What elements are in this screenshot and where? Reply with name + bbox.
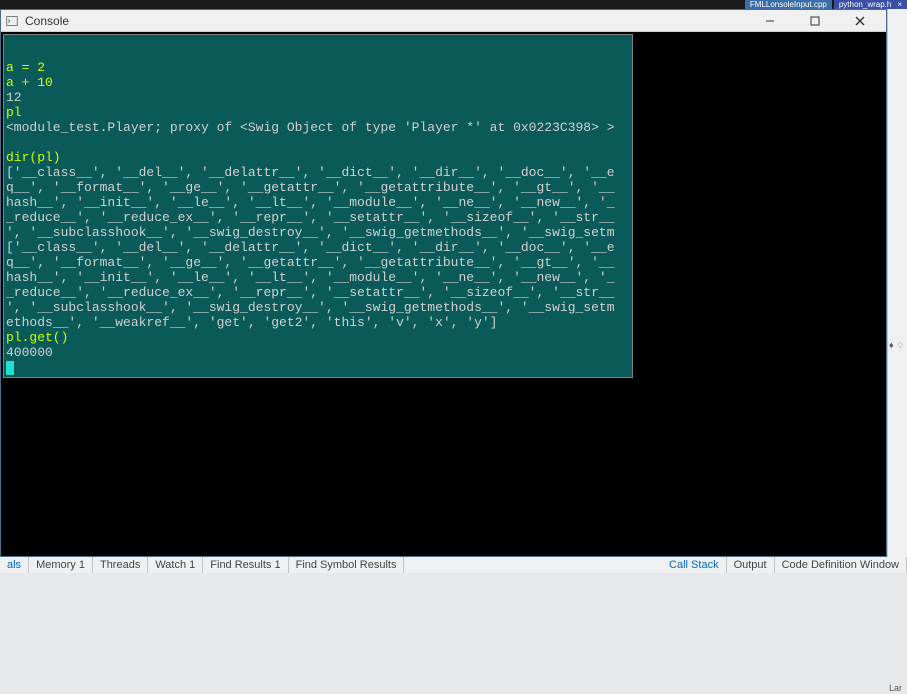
minimize-icon — [765, 16, 775, 26]
right-sidebar-label: Lar — [888, 682, 907, 694]
console-body: a = 2a + 1012pl<module_test.Player; prox… — [1, 32, 886, 556]
bottom-tab-bar: als Memory 1 Threads Watch 1 Find Result… — [0, 557, 907, 573]
console-output-line — [6, 135, 630, 150]
file-tab-label: python_wrap.h — [839, 0, 891, 9]
console-output[interactable]: a = 2a + 1012pl<module_test.Player; prox… — [3, 34, 633, 378]
console-output-line: <module_test.Player; proxy of <Swig Obje… — [6, 120, 630, 135]
window-controls — [747, 10, 882, 32]
bottom-tab[interactable]: Find Symbol Results — [289, 557, 405, 573]
console-input-line: pl — [6, 105, 630, 120]
close-button[interactable] — [837, 10, 882, 32]
maximize-button[interactable] — [792, 10, 837, 32]
minimize-button[interactable] — [747, 10, 792, 32]
console-output-line: q__', '__format__', '__ge__', '__getattr… — [6, 255, 630, 270]
console-output-line: ['__class__', '__del__', '__delattr__', … — [6, 165, 630, 180]
bottom-tab[interactable]: Find Results 1 — [203, 557, 288, 573]
bottom-tab[interactable]: als — [0, 557, 29, 573]
close-icon[interactable]: × — [897, 0, 902, 9]
console-window: Console a = 2a + 1012pl<module_test.Play… — [0, 9, 887, 557]
console-icon — [5, 14, 19, 28]
right-sidebar: ♦ ♢ Lar — [887, 9, 907, 557]
console-output-line: ethods__', '__weakref__', 'get', 'get2',… — [6, 315, 630, 330]
file-tab-row: FMLLonsoleInput.cpp python_wrap.h × — [745, 0, 907, 9]
close-icon — [855, 16, 865, 26]
bottom-tab[interactable]: Code Definition Window — [775, 557, 907, 573]
file-tab-label: FMLLonsoleInput.cpp — [750, 0, 827, 9]
console-output-line: _reduce__', '__reduce_ex__', '__repr__',… — [6, 285, 630, 300]
console-input-line: pl.get() — [6, 330, 630, 345]
console-output-line: 12 — [6, 90, 630, 105]
console-output-line: _reduce__', '__reduce_ex__', '__repr__',… — [6, 210, 630, 225]
console-output-line: ', '__subclasshook__', '__swig_destroy__… — [6, 300, 630, 315]
console-output-line: hash__', '__init__', '__le__', '__lt__',… — [6, 270, 630, 285]
file-tab[interactable]: python_wrap.h × — [834, 0, 907, 9]
title-bar[interactable]: Console — [1, 10, 886, 32]
bottom-tab[interactable]: Memory 1 — [29, 557, 93, 573]
console-cursor-line — [6, 360, 630, 375]
console-output-line: 400000 — [6, 345, 630, 360]
ide-top-bar: FMLLonsoleInput.cpp python_wrap.h × — [0, 0, 907, 9]
right-sidebar-indicator: ♦ ♢ — [888, 339, 907, 352]
cursor — [6, 361, 14, 375]
console-output-line: ['__class__', '__del__', '__delattr__', … — [6, 240, 630, 255]
console-input-line: dir(pl) — [6, 150, 630, 165]
file-tab[interactable]: FMLLonsoleInput.cpp — [745, 0, 832, 9]
console-output-line: hash__', '__init__', '__le__', '__lt__',… — [6, 195, 630, 210]
window-title: Console — [25, 14, 747, 28]
bottom-tab[interactable]: Watch 1 — [148, 557, 203, 573]
console-input-line: a + 10 — [6, 75, 630, 90]
console-input-line: a = 2 — [6, 60, 630, 75]
bottom-tab[interactable]: Output — [727, 557, 775, 573]
console-output-line — [6, 45, 630, 60]
bottom-tab[interactable]: Threads — [93, 557, 148, 573]
console-output-line: ', '__subclasshook__', '__swig_destroy__… — [6, 225, 630, 240]
console-output-line: q__', '__format__', '__ge__', '__getattr… — [6, 180, 630, 195]
maximize-icon — [810, 16, 820, 26]
bottom-tab[interactable]: Call Stack — [662, 557, 727, 573]
